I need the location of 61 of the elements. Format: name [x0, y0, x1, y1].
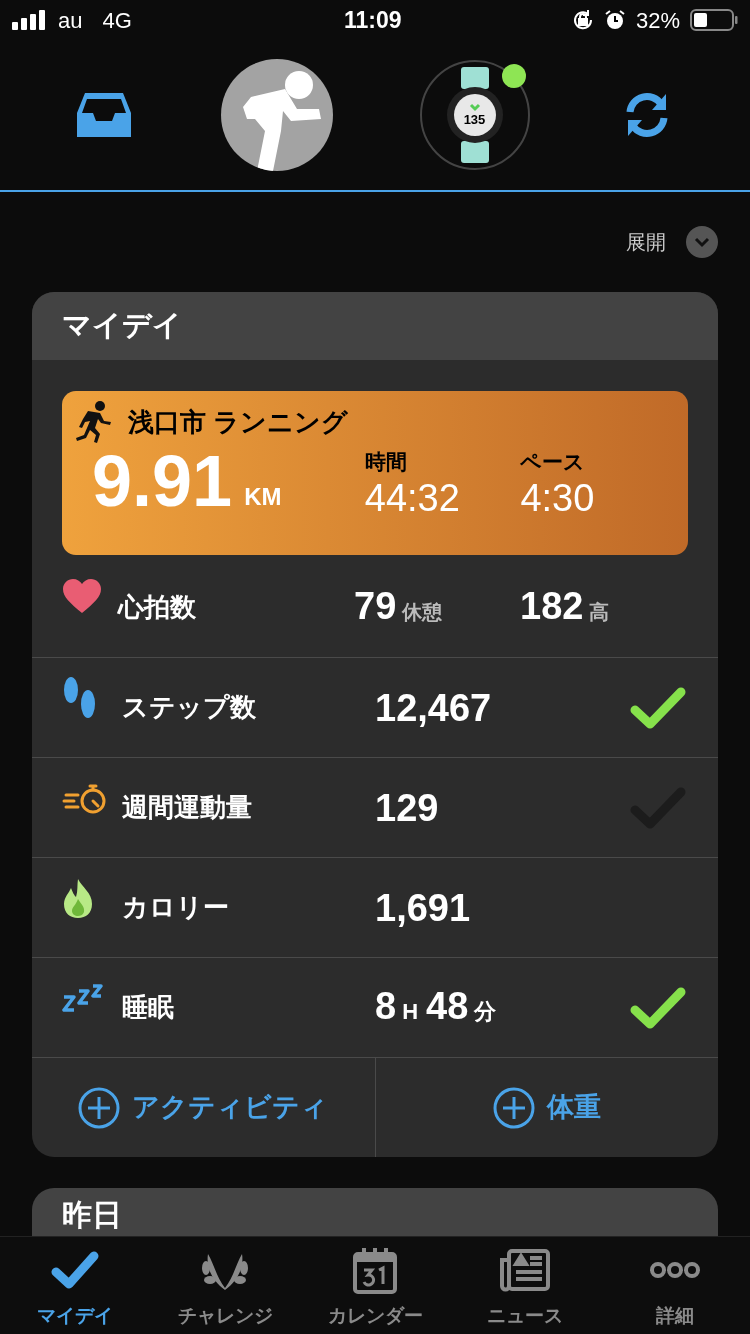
metric-value: 12,467 — [375, 688, 492, 727]
activity-banner[interactable]: 浅口市 ランニング 9.91 KM 時間 44:32 ペース 4:30 — [62, 391, 688, 555]
watch-heart-reading: 135 — [463, 111, 486, 129]
metric-unit: 高 — [589, 600, 610, 625]
add-button[interactable]: 体重 — [374, 1058, 718, 1157]
metric-value: 129 — [375, 788, 439, 827]
footprints-icon — [62, 675, 98, 720]
metric-unit: 分 — [474, 998, 497, 1026]
stat-label: 時間 — [364, 448, 408, 475]
metric-label: カロリー — [122, 891, 230, 924]
tab-item[interactable]: カレンダー — [300, 1237, 450, 1334]
clock-text: 11:09 — [344, 5, 402, 35]
metric-row[interactable]: 睡眠 8 H 48 分 — [32, 957, 718, 1057]
metric-label: 睡眠 — [122, 991, 175, 1024]
metric-label: 週間運動量 — [122, 791, 253, 824]
metric-value: 79 — [354, 587, 397, 625]
sleep-icon — [62, 982, 106, 1013]
battery-icon — [690, 9, 738, 31]
metric-unit: 休憩 — [402, 600, 443, 625]
metric-row[interactable]: ステップ数 12,467 — [32, 657, 718, 757]
metric-value: 182 — [520, 587, 584, 625]
more-icon — [649, 1260, 701, 1279]
plus-circle-icon — [492, 1086, 535, 1129]
metric-label: 心拍数 — [117, 590, 197, 624]
tab-item[interactable]: 詳細 — [600, 1237, 750, 1334]
metric-value: 8 — [375, 987, 397, 1025]
tab-item[interactable]: ニュース — [450, 1237, 600, 1334]
metric-unit: H — [402, 998, 419, 1026]
watch-button[interactable]: 135 — [419, 60, 530, 170]
signal-icon — [12, 10, 46, 30]
distance-unit: KM — [244, 482, 282, 512]
metric-value: 48 — [426, 987, 469, 1025]
stat-value: 4:30 — [520, 479, 596, 517]
activity-title: 浅口市 ランニング — [128, 405, 349, 439]
distance-value: 9.91 — [92, 445, 233, 517]
stat-label: ペース — [520, 448, 587, 475]
card-title: マイデイ — [62, 308, 182, 344]
alarm-icon — [603, 9, 626, 31]
carrier-text: au — [58, 6, 83, 35]
network-text: 4G — [102, 6, 132, 35]
newspaper-icon — [499, 1247, 551, 1292]
chevron-down-icon — [686, 226, 718, 258]
metric-row[interactable]: カロリー 1,691 — [32, 857, 718, 957]
metric-row[interactable]: 週間運動量 129 — [32, 757, 718, 857]
add-button[interactable]: アクティビティ — [32, 1058, 375, 1157]
running-person-icon — [74, 401, 112, 443]
rotation-lock-icon — [571, 9, 594, 31]
stat-value: 44:32 — [364, 479, 461, 517]
tab-item[interactable]: チャレンジ — [150, 1237, 300, 1334]
metric-row[interactable]: 心拍数 79 休憩 182 高 — [32, 557, 718, 657]
tab-item[interactable]: マイデイ — [0, 1237, 150, 1334]
heart-icon — [62, 579, 102, 615]
battery-percent-text: 32% — [635, 6, 680, 35]
metric-value: 1,691 — [375, 888, 471, 927]
checkmark-icon — [51, 1249, 99, 1290]
calendar-icon — [353, 1245, 397, 1294]
plus-circle-icon — [78, 1086, 121, 1129]
inbox-icon — [76, 91, 131, 139]
metric-label: ステップ数 — [122, 691, 257, 724]
card-title: 昨日 — [62, 1198, 122, 1231]
expand-button[interactable]: 展開 — [626, 226, 718, 258]
